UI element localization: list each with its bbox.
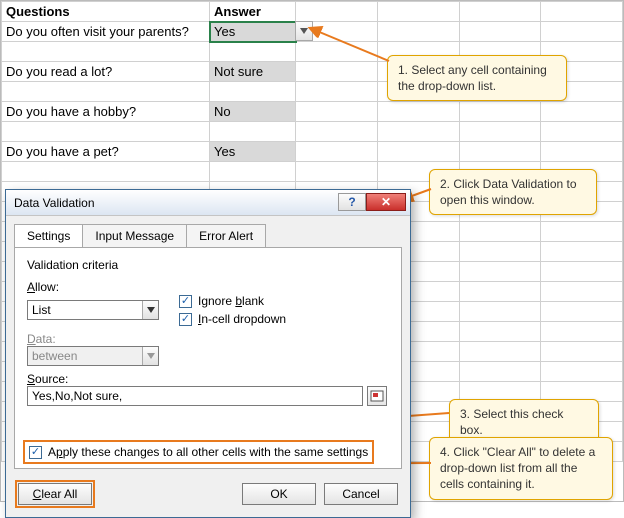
cell-answer[interactable]: Yes bbox=[210, 142, 296, 162]
incell-dropdown-checkbox[interactable] bbox=[179, 313, 192, 326]
source-label: Source: bbox=[27, 372, 389, 386]
range-select-icon bbox=[370, 390, 384, 402]
apply-all-checkbox[interactable] bbox=[29, 446, 42, 459]
dialog-buttons: Clear All OK Cancel bbox=[6, 477, 410, 517]
chevron-down-icon bbox=[142, 347, 158, 365]
header-answer: Answer bbox=[210, 2, 296, 22]
apply-all-row: Apply these changes to all other cells w… bbox=[27, 444, 370, 460]
cell-question[interactable]: Do you often visit your parents? bbox=[2, 22, 210, 42]
tab-settings[interactable]: Settings bbox=[14, 224, 83, 247]
callout-step2: 2. Click Data Validation to open this wi… bbox=[429, 169, 597, 215]
allow-combo[interactable]: List bbox=[27, 300, 159, 320]
cell-answer-selected[interactable]: Yes bbox=[210, 22, 296, 42]
tab-error-alert[interactable]: Error Alert bbox=[186, 224, 266, 247]
data-combo: between bbox=[27, 346, 159, 366]
tabstrip: Settings Input Message Error Alert bbox=[6, 216, 410, 247]
data-validation-dialog: Data Validation ? ✕ Settings Input Messa… bbox=[5, 189, 411, 518]
cell-question[interactable]: Do you have a hobby? bbox=[2, 102, 210, 122]
dialog-titlebar[interactable]: Data Validation ? ✕ bbox=[6, 190, 410, 216]
ignore-blank-label: Ignore blank bbox=[198, 294, 264, 308]
data-value: between bbox=[32, 349, 77, 363]
close-button[interactable]: ✕ bbox=[366, 193, 406, 211]
callout-step4: 4. Click "Clear All" to delete a drop-do… bbox=[429, 437, 613, 500]
dialog-title: Data Validation bbox=[14, 196, 95, 210]
incell-dropdown-label: In-cell dropdown bbox=[198, 312, 286, 326]
dropdown-arrow-button[interactable] bbox=[295, 21, 313, 41]
allow-label: Allow: bbox=[27, 280, 389, 294]
source-input[interactable]: Yes,No,Not sure, bbox=[27, 386, 363, 406]
help-button[interactable]: ? bbox=[338, 193, 366, 211]
chevron-down-icon bbox=[300, 28, 308, 34]
apply-all-label: Apply these changes to all other cells w… bbox=[48, 445, 368, 459]
data-label: Data: bbox=[27, 332, 389, 346]
header-questions: Questions bbox=[2, 2, 210, 22]
allow-value: List bbox=[32, 303, 51, 317]
help-icon: ? bbox=[348, 195, 355, 209]
cell-question[interactable]: Do you read a lot? bbox=[2, 62, 210, 82]
tabpage-settings: Validation criteria Allow: List Ignore b… bbox=[14, 247, 402, 469]
range-select-button[interactable] bbox=[367, 386, 387, 406]
cell-answer[interactable]: No bbox=[210, 102, 296, 122]
cell-question[interactable]: Do you have a pet? bbox=[2, 142, 210, 162]
callout-step1: 1. Select any cell containing the drop-d… bbox=[387, 55, 567, 101]
ignore-blank-checkbox[interactable] bbox=[179, 295, 192, 308]
close-icon: ✕ bbox=[381, 195, 391, 209]
cell-answer[interactable]: Not sure bbox=[210, 62, 296, 82]
criteria-label: Validation criteria bbox=[27, 258, 389, 272]
tab-input-message[interactable]: Input Message bbox=[82, 224, 187, 247]
chevron-down-icon bbox=[142, 301, 158, 319]
